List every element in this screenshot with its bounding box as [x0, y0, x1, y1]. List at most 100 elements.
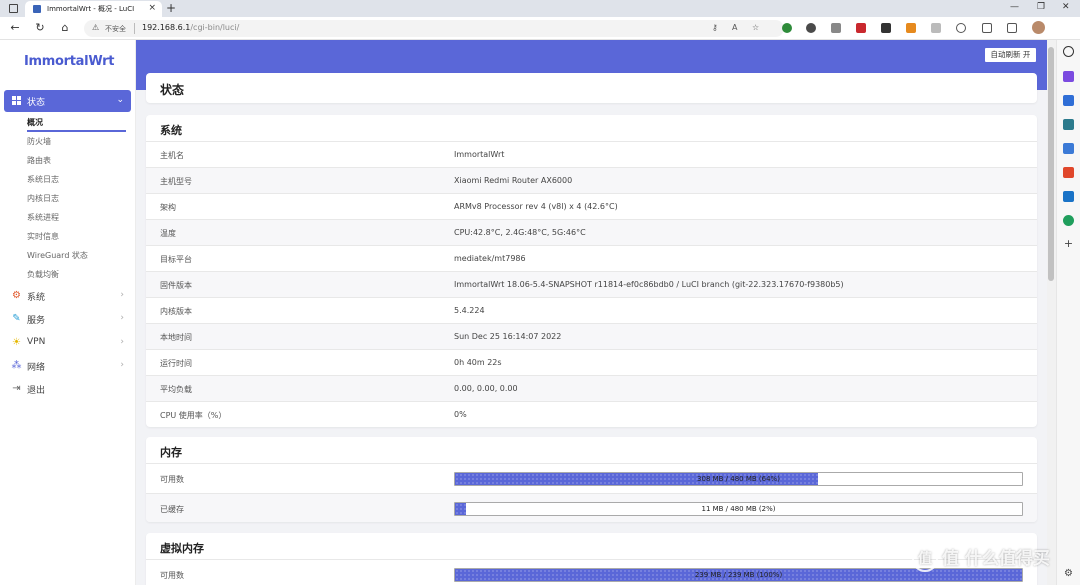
- favorite-star-icon[interactable]: ☆: [752, 23, 759, 32]
- system-row-key: 温度: [160, 229, 176, 238]
- submenu-syslog[interactable]: 系统日志: [27, 174, 59, 185]
- add-icon[interactable]: +: [1063, 238, 1074, 249]
- system-row: 主机名 ImmortalWrt: [146, 141, 1037, 167]
- key-icon[interactable]: ⚷: [712, 23, 718, 32]
- menu-vpn-label: VPN: [27, 337, 46, 347]
- luci-sidebar: ImmortalWrt 状态 ⌄ 概况 防火墙 路由表 系统日志 内核日志 系统…: [0, 40, 136, 585]
- vpn-icon: ☀: [12, 337, 21, 348]
- collections-icon[interactable]: [1007, 23, 1017, 33]
- memory-progress-text: 308 MB / 480 MB (64%): [697, 475, 780, 483]
- close-window-icon[interactable]: ✕: [1062, 2, 1070, 12]
- system-row-key: 运行时间: [160, 359, 192, 368]
- menu-logout[interactable]: ⇥ 退出: [11, 382, 129, 396]
- outlook-icon[interactable]: [1063, 191, 1074, 202]
- extension-icon-3[interactable]: [856, 23, 866, 33]
- new-tab-icon[interactable]: +: [166, 1, 176, 15]
- system-row: 目标平台 mediatek/mt7986: [146, 245, 1037, 271]
- system-row-key: 本地时间: [160, 333, 192, 342]
- menu-logout-label: 退出: [27, 386, 46, 396]
- url-separator: [134, 23, 135, 34]
- system-row: 架构 ARMv8 Processor rev 4 (v8l) x 4 (42.6°…: [146, 193, 1037, 219]
- watermark-logo: 值: [912, 546, 938, 572]
- site-watermark: 值值 什么值得买: [912, 544, 1050, 572]
- read-aloud-icon[interactable]: A: [732, 23, 737, 32]
- memory-row: 可用数 308 MB / 480 MB (64%): [146, 463, 1037, 493]
- close-tab-icon[interactable]: ×: [148, 3, 156, 13]
- system-row-value: mediatek/mt7986: [454, 254, 526, 263]
- system-row-value: 5.4.224: [454, 306, 485, 315]
- system-row-key: 架构: [160, 203, 176, 212]
- minimize-icon[interactable]: —: [1010, 2, 1019, 12]
- insecure-label: 不安全: [105, 25, 126, 33]
- system-row: 平均负载 0.00, 0.00, 0.00: [146, 375, 1037, 401]
- menu-vpn[interactable]: ☀ VPN ›: [11, 336, 129, 350]
- tree-icon[interactable]: [1063, 215, 1074, 226]
- dashboard-icon: [12, 96, 22, 106]
- office-icon[interactable]: [1063, 167, 1074, 178]
- extension-icon-4[interactable]: [881, 23, 891, 33]
- chevron-right-icon: ›: [120, 290, 124, 300]
- favorites-icon[interactable]: [982, 23, 992, 33]
- submenu-routes[interactable]: 路由表: [27, 155, 51, 166]
- swap-title: 虚拟内存: [160, 542, 204, 555]
- submenu-overview[interactable]: 概况: [27, 117, 43, 128]
- url-host: 192.168.6.1: [142, 23, 191, 32]
- system-row: 主机型号 Xiaomi Redmi Router AX6000: [146, 167, 1037, 193]
- extension-icon-2[interactable]: [806, 23, 816, 33]
- browser-tab[interactable]: ImmortalWrt - 概况 - LuCI ×: [25, 1, 162, 17]
- submenu-realtime[interactable]: 实时信息: [27, 231, 59, 242]
- extension-icon-5[interactable]: [906, 23, 916, 33]
- system-row: 温度 CPU:42.8°C, 2.4G:48°C, 5G:46°C: [146, 219, 1037, 245]
- submenu-load-balance[interactable]: 负载均衡: [27, 269, 59, 280]
- system-row-key: 内核版本: [160, 307, 192, 316]
- window-menu-icon[interactable]: [9, 4, 18, 13]
- home-icon[interactable]: ⌂: [58, 21, 72, 34]
- page-title-card: 状态: [146, 73, 1037, 103]
- system-row-key: 目标平台: [160, 255, 192, 264]
- tag-icon[interactable]: [1063, 95, 1074, 106]
- menu-status[interactable]: 状态 ⌄: [4, 90, 131, 112]
- toolbox-icon[interactable]: [1063, 119, 1074, 130]
- extension-icon-1[interactable]: [782, 23, 792, 33]
- system-row-key: 主机名: [160, 151, 184, 160]
- page-title: 状态: [160, 83, 185, 97]
- menu-system[interactable]: ⚙ 系统 ›: [11, 289, 129, 303]
- submenu-kernel-log[interactable]: 内核日志: [27, 193, 59, 204]
- search-icon[interactable]: [1063, 46, 1074, 57]
- reload-icon[interactable]: ↻: [33, 21, 47, 34]
- menu-services[interactable]: ✎ 服务 ›: [11, 312, 129, 326]
- chevron-right-icon: ›: [120, 337, 124, 347]
- submenu-firewall[interactable]: 防火墙: [27, 136, 51, 147]
- restore-icon[interactable]: ❐: [1037, 2, 1045, 12]
- auto-refresh-button[interactable]: 自动刷新 开: [984, 47, 1037, 63]
- system-row-value: 0h 40m 22s: [454, 358, 502, 367]
- menu-status-label: 状态: [27, 98, 46, 108]
- system-row-key: 主机型号: [160, 177, 192, 186]
- system-row-value: 0.00, 0.00, 0.00: [454, 384, 518, 393]
- submenu-wireguard[interactable]: WireGuard 状态: [27, 250, 88, 261]
- back-icon[interactable]: ←: [8, 21, 22, 34]
- menu-network[interactable]: ⁂ 网络 ›: [11, 359, 129, 373]
- memory-row: 已缓存 11 MB / 480 MB (2%): [146, 493, 1037, 522]
- profile-avatar[interactable]: [1032, 21, 1045, 34]
- sparkle-icon[interactable]: [1063, 71, 1074, 82]
- system-row: 本地时间 Sun Dec 25 16:14:07 2022: [146, 323, 1037, 349]
- swap-card: 虚拟内存 可用数 239 MB / 239 MB (100%): [146, 533, 1037, 585]
- brand-logo[interactable]: ImmortalWrt: [24, 54, 114, 69]
- scrollbar-thumb[interactable]: [1048, 47, 1054, 281]
- system-row-key: CPU 使用率（%）: [160, 411, 227, 420]
- browser-tab-bar: ImmortalWrt - 概况 - LuCI × + — ❐ ✕: [0, 0, 1080, 17]
- settings-gear-icon[interactable]: ⚙: [1063, 568, 1074, 579]
- swap-row: 可用数 239 MB / 239 MB (100%): [146, 559, 1037, 585]
- favicon-icon: [33, 5, 41, 13]
- browser-side-panel: + ⚙: [1056, 40, 1080, 585]
- games-icon[interactable]: [1063, 143, 1074, 154]
- extension-icon-6[interactable]: [931, 23, 941, 33]
- shield-icon[interactable]: [831, 23, 841, 33]
- url-field[interactable]: ⚠ 不安全 192.168.6.1/cgi-bin/luci/ ⚷ A ☆: [84, 20, 784, 37]
- system-card: 系统 主机名 ImmortalWrt 主机型号 Xiaomi Redmi Router…: [146, 115, 1037, 427]
- menu-system-label: 系统: [27, 293, 46, 303]
- refresh-ext-icon[interactable]: [956, 23, 966, 33]
- system-row-value: CPU:42.8°C, 2.4G:48°C, 5G:46°C: [454, 228, 586, 237]
- submenu-processes[interactable]: 系统进程: [27, 212, 59, 223]
